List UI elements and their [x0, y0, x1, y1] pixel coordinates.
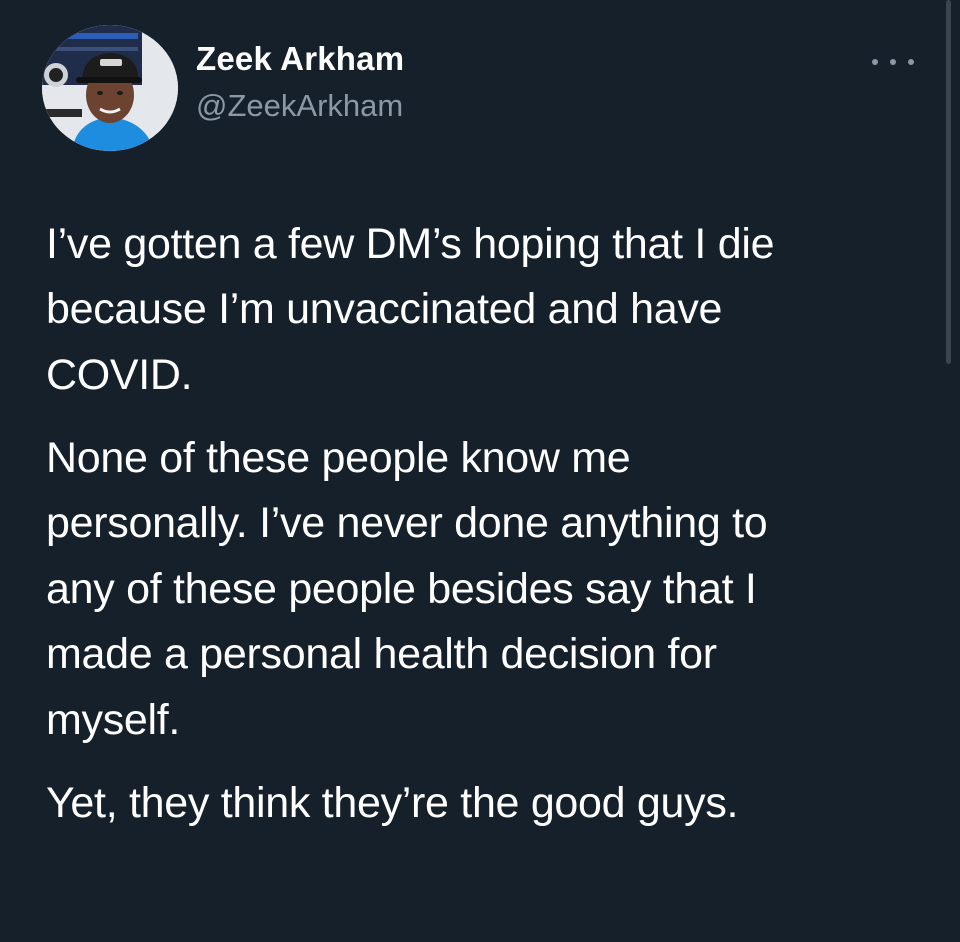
user-handle[interactable]: @ZeekArkham [196, 88, 403, 124]
tweet-paragraph: Yet, they think they’re the good guys. [46, 778, 739, 827]
more-horizontal-icon-dot [890, 59, 896, 65]
more-horizontal-icon-dot [908, 59, 914, 65]
more-horizontal-icon [872, 59, 878, 65]
display-name[interactable]: Zeek Arkham [196, 40, 404, 78]
tweet-paragraph: None of these people know me personally.… [46, 434, 768, 744]
scrollbar-thumb[interactable] [946, 0, 951, 364]
more-options-button[interactable] [872, 52, 914, 72]
tweet-card: Zeek Arkham @ZeekArkham I’ve gotten a fe… [0, 0, 960, 942]
avatar[interactable] [42, 25, 178, 151]
tweet-text: I’ve gotten a few DM’s hoping that I die… [46, 212, 926, 854]
tweet-paragraph: I’ve gotten a few DM’s hoping that I die… [46, 220, 775, 399]
user-avatar-photo-icon [42, 25, 178, 151]
